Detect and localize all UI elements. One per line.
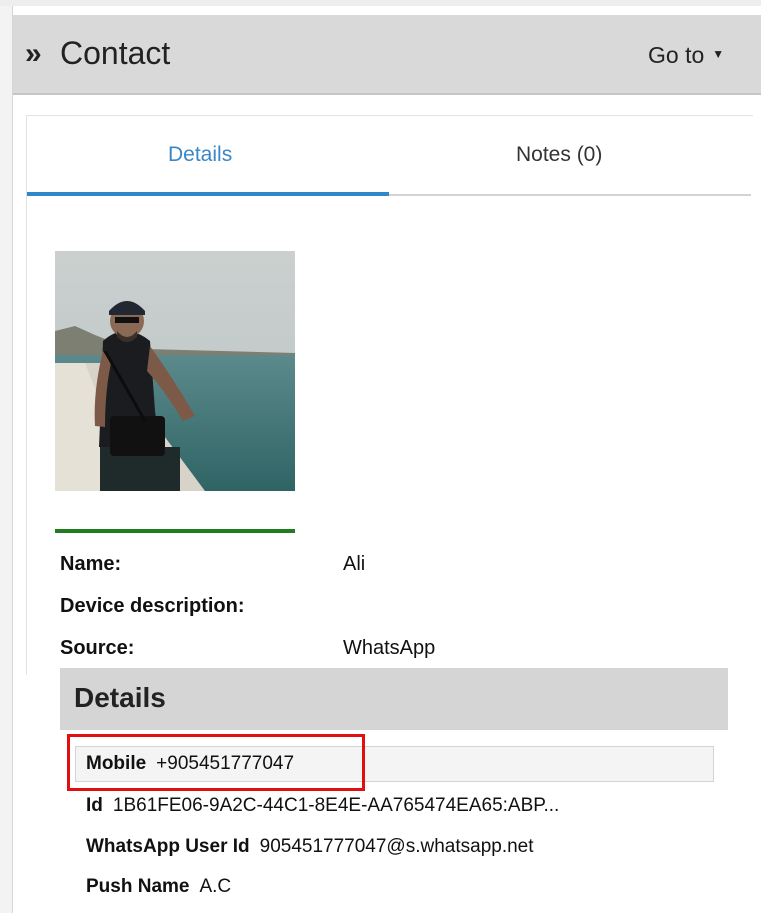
whatsapp-user-id-field: WhatsApp User Id 905451777047@s.whatsapp.… bbox=[86, 836, 534, 858]
status-line bbox=[55, 529, 295, 533]
whatsapp-user-id-value: 905451777047@s.whatsapp.net bbox=[259, 836, 534, 857]
push-name-label: Push Name bbox=[86, 876, 190, 897]
source-label: Source: bbox=[60, 637, 135, 659]
details-section-header: Details bbox=[60, 668, 728, 730]
push-name-field: Push Name A.C bbox=[86, 876, 231, 898]
device-description-label: Device description: bbox=[60, 595, 245, 617]
expand-chevron-icon[interactable]: » bbox=[25, 37, 42, 71]
goto-label: Go to bbox=[648, 42, 705, 68]
id-value: 1B61FE06-9A2C-44C1-8E4E-AA765474EA65:ABP… bbox=[112, 795, 560, 816]
window-top-strip bbox=[0, 0, 761, 6]
left-panel-edge bbox=[0, 6, 13, 913]
id-label: Id bbox=[86, 795, 103, 816]
id-field: Id 1B61FE06-9A2C-44C1-8E4E-AA765474EA65:A… bbox=[86, 795, 559, 817]
active-tab-indicator bbox=[27, 192, 389, 196]
push-name-value: A.C bbox=[199, 876, 232, 897]
details-heading: Details bbox=[74, 682, 166, 713]
contact-header: » Contact Go to ▼ bbox=[13, 15, 761, 95]
tab-notes[interactable]: Notes (0) bbox=[516, 143, 602, 167]
contact-photo bbox=[55, 251, 295, 491]
source-value: WhatsApp bbox=[343, 637, 436, 659]
name-value: Ali bbox=[343, 553, 366, 575]
goto-dropdown[interactable]: Go to ▼ bbox=[648, 42, 724, 69]
page-title: Contact bbox=[60, 35, 171, 71]
tab-details[interactable]: Details bbox=[168, 143, 232, 167]
name-label: Name: bbox=[60, 553, 122, 575]
whatsapp-user-id-label: WhatsApp User Id bbox=[86, 836, 250, 857]
caret-down-icon: ▼ bbox=[712, 47, 725, 61]
mobile-highlight-box bbox=[67, 734, 365, 791]
